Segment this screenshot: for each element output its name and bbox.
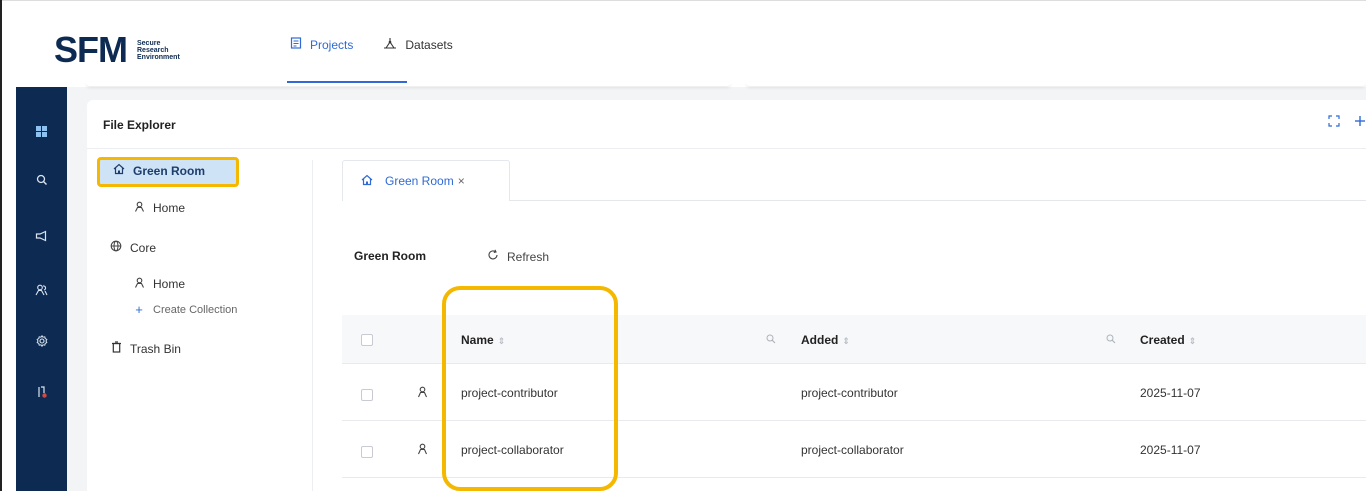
tree-item-create-collection[interactable]: + Create Collection: [133, 302, 237, 317]
search-icon: [36, 174, 48, 189]
table-row[interactable]: project-collaborator project-collaborato…: [342, 422, 1366, 478]
table-header: Name ⇕ Added ⇕ Created ⇕: [342, 315, 1366, 364]
column-header-name[interactable]: Name ⇕: [461, 333, 505, 347]
column-name-label: Name: [461, 333, 494, 347]
plus-icon: +: [135, 302, 143, 317]
tab-bar-line: [510, 200, 1366, 201]
home-icon: [361, 174, 373, 189]
sidebar-item-settings[interactable]: [16, 322, 67, 362]
top-nav: Projects Datasets: [290, 37, 483, 52]
filter-added-icon[interactable]: [1106, 334, 1116, 347]
user-icon: [417, 443, 428, 458]
tree-item-green-room-home[interactable]: Home: [133, 201, 185, 215]
tree-create-collection-label: Create Collection: [153, 303, 238, 316]
tree-core-home-label: Home: [153, 277, 186, 291]
table-row[interactable]: project-contributor project-contributor …: [342, 365, 1366, 421]
sort-icon[interactable]: ⇕: [498, 336, 506, 346]
app-logo[interactable]: SFM Secure Research Environment: [54, 29, 180, 71]
close-icon[interactable]: ×: [458, 174, 465, 188]
tree-item-core-home[interactable]: Home: [133, 277, 185, 291]
logo-sub-line-3: Environment: [137, 53, 180, 61]
panel-title: File Explorer: [103, 118, 176, 132]
column-header-added[interactable]: Added ⇕: [801, 333, 850, 347]
sort-icon[interactable]: ⇕: [842, 336, 850, 346]
projects-icon: [290, 37, 302, 52]
user-icon: [133, 277, 145, 291]
tree-green-room-label: Green Room: [133, 163, 206, 178]
refresh-icon: [487, 249, 499, 264]
tree-green-room-home-label: Home: [153, 201, 186, 215]
row-created: 2025-11-07: [1140, 386, 1201, 400]
row-name[interactable]: project-collaborator: [461, 443, 564, 457]
nav-datasets-label: Datasets: [405, 37, 453, 52]
home-icon: [113, 163, 125, 178]
nav-projects-label: Projects: [310, 37, 354, 52]
sidebar-item-announcements[interactable]: [16, 217, 67, 257]
sidebar-item-requests[interactable]: [16, 373, 67, 413]
logo-sub-line-2: Research: [137, 46, 169, 54]
user-icon: [417, 386, 428, 401]
row-checkbox[interactable]: [361, 389, 373, 401]
tree-item-core[interactable]: Core: [110, 240, 156, 255]
trash-icon: [110, 341, 122, 356]
nav-datasets[interactable]: Datasets: [383, 37, 453, 52]
globe-icon: [110, 240, 122, 255]
header-shadow: [86, 82, 1366, 86]
column-added-label: Added: [801, 333, 839, 347]
sidebar-item-search[interactable]: [16, 161, 67, 201]
row-created: 2025-11-07: [1140, 443, 1201, 457]
file-explorer-panel: File Explorer Green Room Home Core Home: [87, 100, 1366, 491]
filter-name-icon[interactable]: [766, 334, 776, 347]
refresh-label: Refresh: [507, 249, 550, 264]
nav-projects[interactable]: Projects: [290, 37, 353, 52]
row-added: project-contributor: [801, 386, 898, 400]
row-checkbox[interactable]: [361, 446, 373, 458]
pull-request-icon: [36, 385, 48, 402]
tree-trash-bin-label: Trash Bin: [130, 341, 181, 356]
tab-green-room[interactable]: Green Room ×: [342, 160, 510, 201]
select-all-checkbox[interactable]: [361, 334, 373, 346]
row-added: project-collaborator: [801, 443, 904, 457]
tree-item-green-room[interactable]: Green Room: [113, 163, 205, 178]
tree-core-label: Core: [130, 240, 157, 255]
sidebar-item-users[interactable]: [16, 271, 67, 311]
tab-label: Green Room: [385, 174, 454, 188]
dashboard-icon: [36, 125, 47, 137]
refresh-button[interactable]: Refresh: [487, 249, 549, 264]
column-header-created[interactable]: Created ⇕: [1140, 333, 1196, 347]
expand-icon[interactable]: [1328, 114, 1340, 130]
panel-divider: [87, 148, 1366, 149]
column-created-label: Created: [1140, 333, 1185, 347]
logo-subtitle: Secure Research Environment: [137, 40, 180, 61]
left-sidebar: [16, 87, 67, 491]
add-icon[interactable]: [1354, 114, 1366, 130]
sidebar-item-dashboard[interactable]: [16, 111, 67, 151]
panel-tools: [1314, 114, 1366, 130]
section-title: Green Room: [354, 249, 427, 263]
user-icon: [133, 201, 145, 215]
datasets-icon: [383, 37, 397, 52]
megaphone-icon: [35, 230, 48, 245]
settings-icon: [36, 334, 48, 350]
top-header: SFM Secure Research Environment Projects…: [2, 1, 1366, 87]
users-icon: [35, 284, 48, 299]
row-name[interactable]: project-contributor: [461, 386, 558, 400]
logo-sub-line-1: Secure: [137, 39, 161, 47]
logo-main-text: SFM: [54, 29, 128, 70]
tree-item-trash-bin[interactable]: Trash Bin: [110, 341, 181, 356]
tree-divider: [312, 160, 313, 491]
sort-icon[interactable]: ⇕: [1189, 336, 1197, 346]
